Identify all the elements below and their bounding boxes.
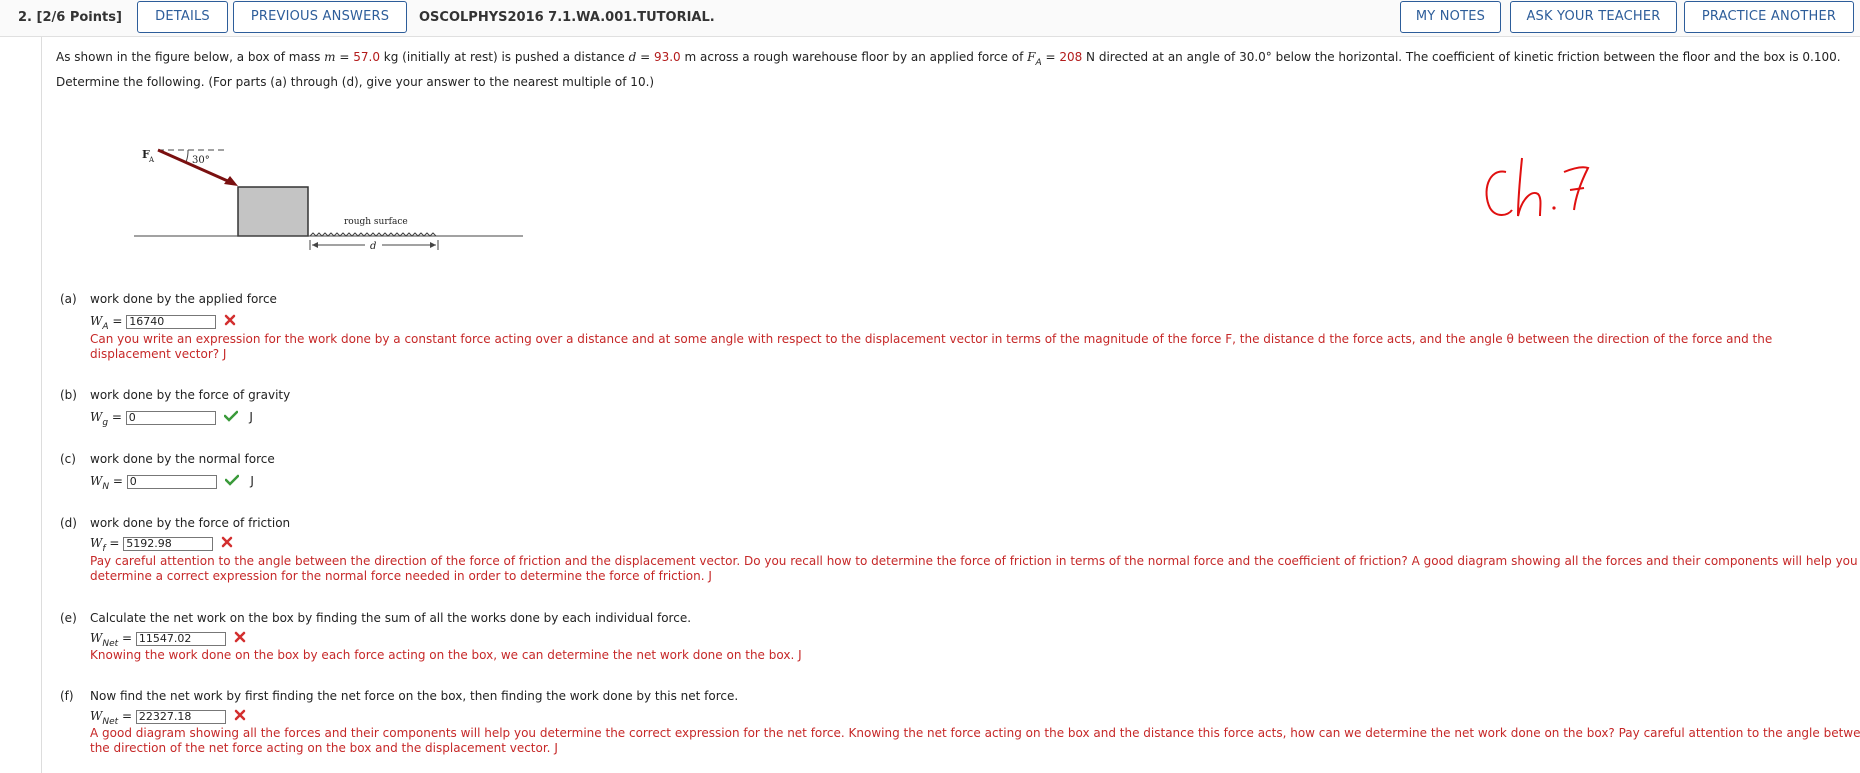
- part-f-answer-input[interactable]: 22327.18: [135, 709, 226, 724]
- force-value: 208: [1059, 50, 1083, 64]
- question-header: 2. [2/6 Points] DETAILS PREVIOUS ANSWERS…: [0, 0, 1860, 37]
- part-e: (e) Calculate the net work on the box by…: [60, 611, 1850, 666]
- part-c-prompt: work done by the normal force: [90, 452, 275, 466]
- part-e-answer-row: WNet = 11547.02: [90, 631, 246, 649]
- part-f: (f) Now find the net work by first findi…: [60, 689, 1860, 769]
- part-b-answer-row: Wg = 0 J: [90, 410, 253, 428]
- part-d-feedback-line-2: determine a correct expression for the n…: [90, 569, 712, 583]
- question-title: OSCOLPHYS2016 7.1.WA.001.TUTORIAL.: [419, 10, 715, 25]
- part-b-prompt: work done by the force of gravity: [90, 388, 291, 402]
- part-c-unit: J: [250, 474, 254, 488]
- part-e-prompt: Calculate the net work on the box by fin…: [90, 611, 692, 625]
- problem-line-1: As shown in the figure below, a box of m…: [56, 50, 1841, 68]
- angle-label: 30°: [192, 155, 210, 166]
- box: [237, 186, 309, 237]
- part-d: (d) work done by the force of friction W…: [60, 516, 1858, 586]
- part-f-label: (f): [60, 689, 74, 703]
- part-d-answer-row: Wf = 5192.98: [90, 536, 233, 554]
- previous-answers-button[interactable]: PREVIOUS ANSWERS: [233, 1, 407, 33]
- box-diagram: F A 30° rough surface d: [134, 148, 523, 252]
- part-c-label: (c): [60, 452, 76, 466]
- problem-line-2: Determine the following. (For parts (a) …: [56, 75, 655, 89]
- handwriting-7-bar: [1569, 187, 1585, 191]
- left-divider: [41, 37, 42, 773]
- angle-arc: [185, 149, 189, 163]
- part-d-answer-input[interactable]: 5192.98: [123, 536, 214, 551]
- practice-another-button[interactable]: PRACTICE ANOTHER: [1684, 1, 1854, 33]
- distance-value: 93.0: [653, 50, 681, 64]
- part-b-label: (b): [60, 388, 77, 402]
- part-c: (c) work done by the normal force WN = 0…: [60, 452, 1850, 492]
- handwriting-dot: [1552, 206, 1556, 210]
- part-e-feedback: Knowing the work done on the box by each…: [90, 648, 802, 662]
- incorrect-icon: [234, 631, 246, 646]
- part-d-label: (d): [60, 516, 77, 530]
- incorrect-icon: [234, 709, 246, 724]
- part-d-feedback: Pay careful attention to the angle betwe…: [90, 554, 1858, 584]
- part-d-prompt: work done by the force of friction: [90, 516, 291, 530]
- problem-statement: As shown in the figure below, a box of m…: [56, 48, 1846, 92]
- part-c-answer-row: WN = 0 J: [90, 474, 254, 492]
- part-a-answer-input[interactable]: 16740: [126, 314, 217, 329]
- details-button[interactable]: DETAILS: [137, 1, 228, 33]
- points-score: [2/6 Points]: [36, 10, 122, 25]
- part-f-feedback-line-1: A good diagram showing all the forces an…: [90, 726, 1860, 740]
- part-e-answer-input[interactable]: 11547.02: [135, 631, 226, 646]
- part-d-feedback-line-1: Pay careful attention to the angle betwe…: [90, 554, 1858, 568]
- part-a-feedback: Can you write an expression for the work…: [90, 332, 1773, 361]
- handwriting-strokes: [1485, 157, 1590, 217]
- part-a-answer-row: WA = 16740: [90, 314, 236, 332]
- problem-figure: F A 30° rough surface d: [120, 140, 540, 263]
- my-notes-button[interactable]: MY NOTES: [1400, 1, 1501, 33]
- part-a: (a) work done by the applied force WA = …: [60, 292, 1850, 362]
- part-f-prompt: Now find the net work by first finding t…: [90, 689, 739, 703]
- handwritten-annotation: [1478, 150, 1608, 233]
- part-b-answer-input[interactable]: 0: [125, 410, 216, 425]
- ask-your-teacher-button[interactable]: ASK YOUR TEACHER: [1510, 1, 1677, 33]
- part-a-label: (a): [60, 292, 77, 306]
- surface-label: rough surface: [344, 217, 408, 227]
- distance-arrow-right: [430, 242, 436, 248]
- distance-label: d: [370, 241, 376, 252]
- handwriting-c: [1485, 170, 1513, 216]
- mass-value: 57.0: [353, 50, 380, 64]
- part-f-feedback-line-2: the direction of the net force acting on…: [90, 741, 558, 755]
- part-b-unit: J: [249, 410, 253, 424]
- part-f-answer-row: WNet = 22327.18: [90, 709, 246, 727]
- part-e-label: (e): [60, 611, 77, 625]
- correct-check-icon: [223, 410, 238, 425]
- question-number: 2. [2/6 Points]: [18, 10, 122, 25]
- part-a-prompt: work done by the applied force: [90, 292, 277, 306]
- force-subscript: A: [148, 156, 155, 164]
- incorrect-icon: [221, 536, 233, 551]
- part-b: (b) work done by the force of gravity Wg…: [60, 388, 1850, 428]
- distance-arrow-left: [312, 242, 318, 248]
- handwriting-h: [1517, 157, 1542, 217]
- part-f-feedback: A good diagram showing all the forces an…: [90, 726, 1860, 756]
- incorrect-icon: [224, 314, 236, 329]
- correct-check-icon: [224, 474, 239, 489]
- part-c-answer-input[interactable]: 0: [126, 474, 217, 489]
